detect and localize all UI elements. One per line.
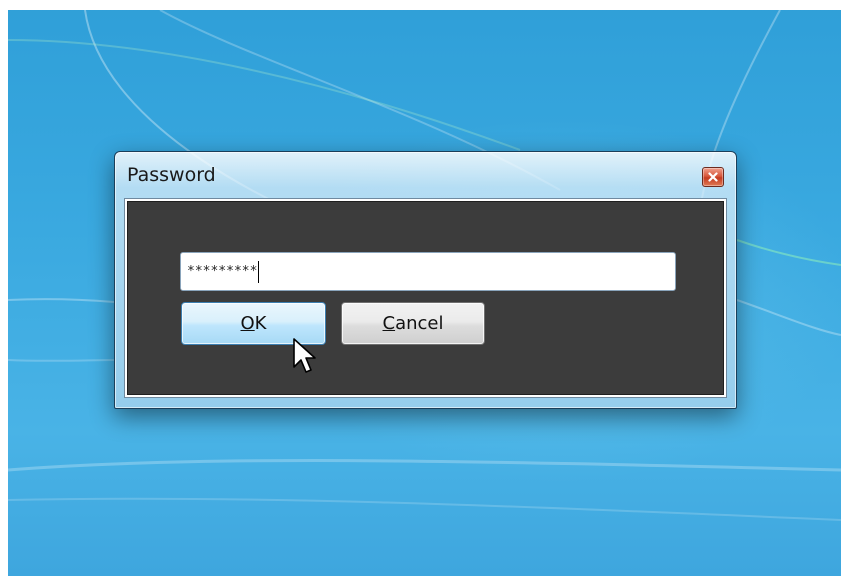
ok-accelerator: O — [240, 313, 255, 334]
text-caret — [258, 260, 260, 283]
dialog-title: Password — [127, 164, 216, 186]
password-input[interactable]: ********* — [180, 252, 676, 291]
dialog-body: ********* OK Cancel — [127, 201, 724, 395]
mouse-pointer-icon — [293, 338, 316, 373]
cancel-button[interactable]: Cancel — [341, 302, 485, 345]
close-icon — [708, 172, 718, 182]
cancel-label: ancel — [395, 313, 444, 334]
cancel-accelerator: C — [382, 313, 396, 334]
password-value: ********* — [187, 264, 258, 279]
dialog-frame: ********* OK Cancel — [124, 198, 727, 398]
desktop: Password ********* OK Cancel — [0, 0, 841, 576]
title-bar[interactable]: Password — [115, 152, 736, 196]
close-button[interactable] — [702, 167, 724, 187]
ok-label: K — [254, 313, 267, 334]
password-dialog: Password ********* OK Cancel — [114, 151, 737, 409]
